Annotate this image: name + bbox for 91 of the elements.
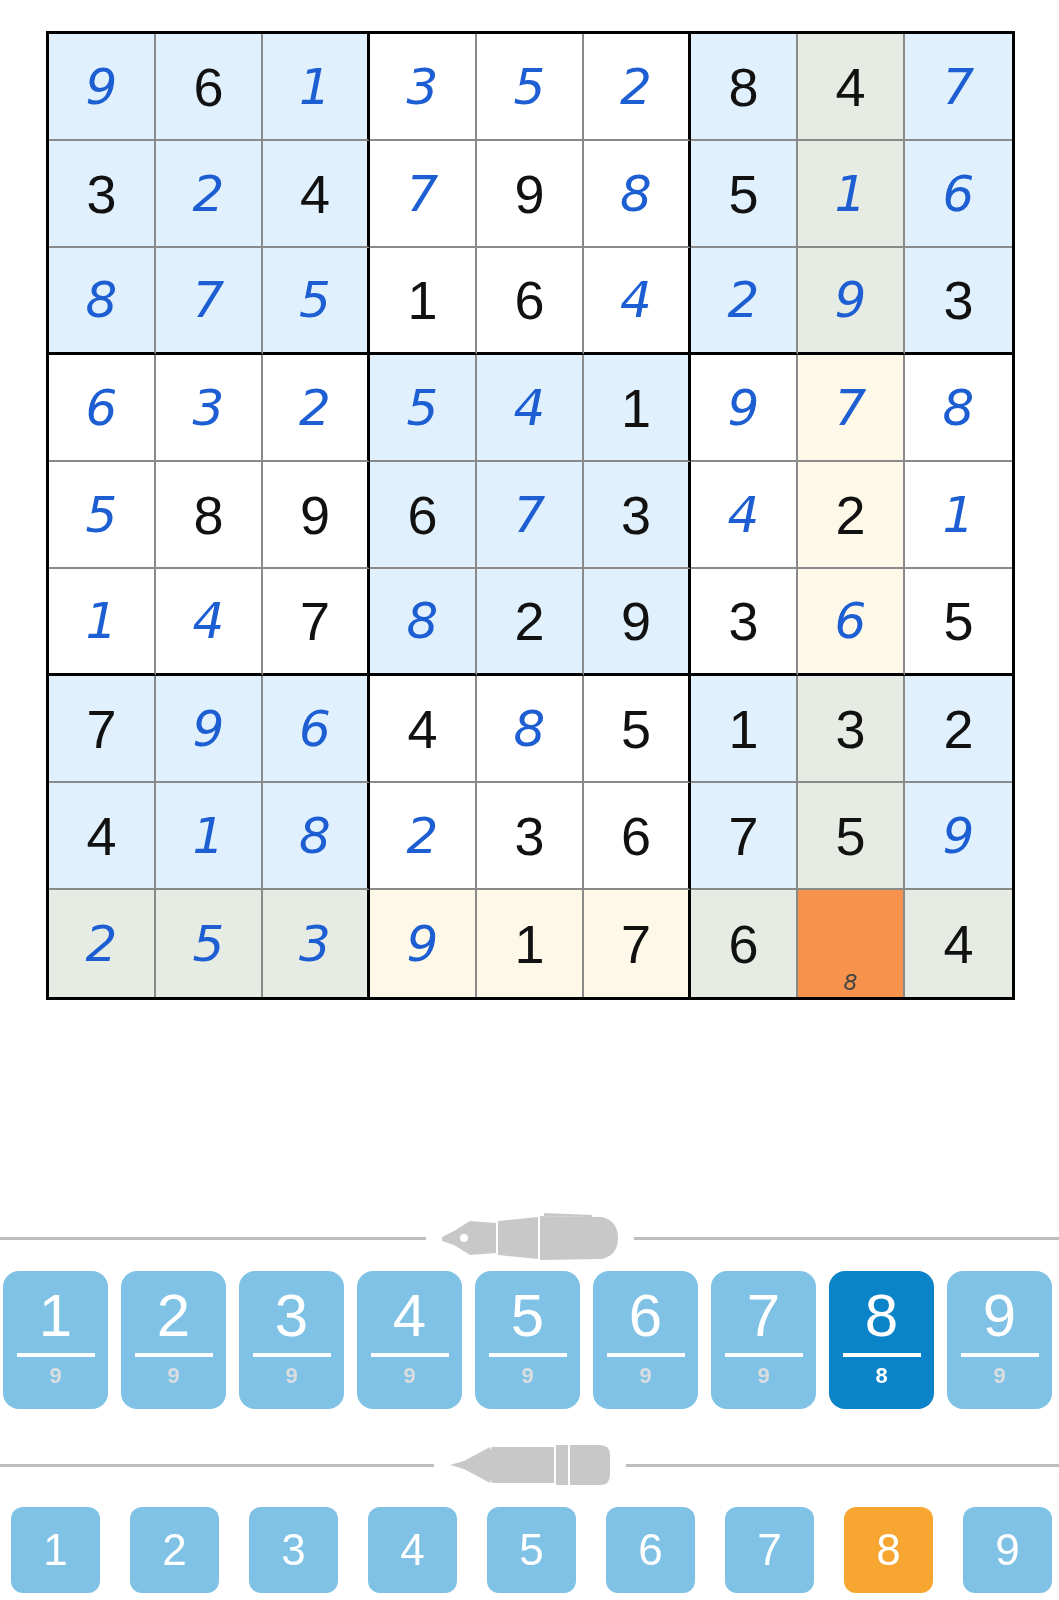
- sudoku-cell[interactable]: 8: [370, 569, 477, 676]
- remaining-count: 9: [285, 1363, 298, 1389]
- sudoku-cell[interactable]: 2: [49, 890, 156, 997]
- remaining-count: 9: [49, 1363, 62, 1389]
- sudoku-cell[interactable]: 4: [584, 248, 691, 355]
- sudoku-cell[interactable]: 5: [156, 890, 263, 997]
- digit-button[interactable]: 8 8: [829, 1271, 934, 1409]
- sudoku-cell[interactable]: 3: [49, 141, 156, 248]
- sudoku-cell[interactable]: 2: [691, 248, 798, 355]
- sudoku-cell[interactable]: 3: [156, 355, 263, 462]
- sudoku-cell[interactable]: 8: [156, 462, 263, 569]
- sudoku-cell[interactable]: 7: [584, 890, 691, 997]
- sudoku-cell[interactable]: 6: [691, 890, 798, 997]
- sudoku-cell[interactable]: 1: [370, 248, 477, 355]
- sudoku-cell[interactable]: 2: [370, 783, 477, 890]
- sudoku-cell[interactable]: 8: [477, 676, 584, 783]
- sudoku-cell[interactable]: 7: [798, 355, 905, 462]
- sudoku-cell[interactable]: 1: [798, 141, 905, 248]
- sudoku-cell[interactable]: 8: [49, 248, 156, 355]
- sudoku-cell[interactable]: 1: [263, 34, 370, 141]
- remaining-count: 9: [167, 1363, 180, 1389]
- remaining-count: 9: [639, 1363, 652, 1389]
- sudoku-cell[interactable]: 5: [49, 462, 156, 569]
- sudoku-cell[interactable]: 5: [370, 355, 477, 462]
- sudoku-cell[interactable]: 5: [263, 248, 370, 355]
- sudoku-cell[interactable]: 7: [477, 462, 584, 569]
- sudoku-cell[interactable]: 9: [905, 783, 1012, 890]
- sudoku-cell[interactable]: 6: [49, 355, 156, 462]
- sudoku-cell[interactable]: 2: [905, 676, 1012, 783]
- sudoku-cell[interactable]: 3: [798, 676, 905, 783]
- sudoku-cell[interactable]: 3: [370, 34, 477, 141]
- sudoku-cell[interactable]: 9: [156, 676, 263, 783]
- sudoku-cell[interactable]: 4: [156, 569, 263, 676]
- sudoku-cell[interactable]: 1: [49, 569, 156, 676]
- sudoku-cell[interactable]: 7: [370, 141, 477, 248]
- sudoku-cell[interactable]: 3: [905, 248, 1012, 355]
- sudoku-cell[interactable]: 3: [584, 462, 691, 569]
- sudoku-cell[interactable]: 9: [691, 355, 798, 462]
- sudoku-cell[interactable]: 4: [49, 783, 156, 890]
- sudoku-cell[interactable]: 9: [477, 141, 584, 248]
- sudoku-cell[interactable]: 1: [477, 890, 584, 997]
- remaining-count: 8: [875, 1363, 888, 1389]
- sudoku-cell[interactable]: 2: [156, 141, 263, 248]
- sudoku-cell[interactable]: 4: [370, 676, 477, 783]
- remaining-count: 9: [993, 1363, 1006, 1389]
- sudoku-cell[interactable]: 7: [156, 248, 263, 355]
- sudoku-cell[interactable]: 1: [584, 355, 691, 462]
- remaining-count: 9: [757, 1363, 770, 1389]
- sudoku-cell[interactable]: 1: [691, 676, 798, 783]
- sudoku-cell[interactable]: 4: [905, 890, 1012, 997]
- sudoku-cell[interactable]: 8: [798, 890, 905, 997]
- sudoku-cell[interactable]: 6: [798, 569, 905, 676]
- sudoku-cell[interactable]: 5: [798, 783, 905, 890]
- sudoku-cell[interactable]: 6: [370, 462, 477, 569]
- sudoku-cell[interactable]: 9: [49, 34, 156, 141]
- pencil-icon: [449, 1443, 610, 1487]
- sudoku-cell[interactable]: 3: [263, 890, 370, 997]
- sudoku-cell[interactable]: 9: [584, 569, 691, 676]
- pencil-note: 8: [842, 970, 859, 995]
- sudoku-cell[interactable]: 9: [263, 462, 370, 569]
- sudoku-cell[interactable]: 7: [263, 569, 370, 676]
- sudoku-cell[interactable]: 6: [477, 248, 584, 355]
- sudoku-cell[interactable]: 4: [798, 34, 905, 141]
- sudoku-cell[interactable]: 2: [477, 569, 584, 676]
- sudoku-cell[interactable]: 5: [584, 676, 691, 783]
- remaining-count: 9: [403, 1363, 416, 1389]
- sudoku-cell[interactable]: 9: [370, 890, 477, 997]
- sudoku-cell[interactable]: 7: [49, 676, 156, 783]
- sudoku-cell[interactable]: 8: [263, 783, 370, 890]
- sudoku-cell[interactable]: 5: [691, 141, 798, 248]
- sudoku-cell[interactable]: 3: [691, 569, 798, 676]
- sudoku-cell[interactable]: 8: [584, 141, 691, 248]
- sudoku-cell[interactable]: 5: [477, 34, 584, 141]
- sudoku-cell[interactable]: 2: [263, 355, 370, 462]
- sudoku-cell[interactable]: 7: [691, 783, 798, 890]
- sudoku-cell[interactable]: 8: [691, 34, 798, 141]
- sudoku-cell[interactable]: 7: [905, 34, 1012, 141]
- remaining-count: 9: [521, 1363, 534, 1389]
- sudoku-cell[interactable]: 4: [477, 355, 584, 462]
- sudoku-cell[interactable]: 4: [263, 141, 370, 248]
- sudoku-cell[interactable]: 3: [477, 783, 584, 890]
- sudoku-cell[interactable]: 6: [584, 783, 691, 890]
- fountain-pen-icon: [441, 1213, 618, 1263]
- sudoku-cell[interactable]: 6: [905, 141, 1012, 248]
- sudoku-cell[interactable]: 6: [156, 34, 263, 141]
- sudoku-cell[interactable]: 1: [156, 783, 263, 890]
- sudoku-cell[interactable]: 6: [263, 676, 370, 783]
- sudoku-cell[interactable]: 4: [691, 462, 798, 569]
- sudoku-cell[interactable]: 9: [798, 248, 905, 355]
- sudoku-cell[interactable]: 2: [798, 462, 905, 569]
- sudoku-cell[interactable]: 2: [584, 34, 691, 141]
